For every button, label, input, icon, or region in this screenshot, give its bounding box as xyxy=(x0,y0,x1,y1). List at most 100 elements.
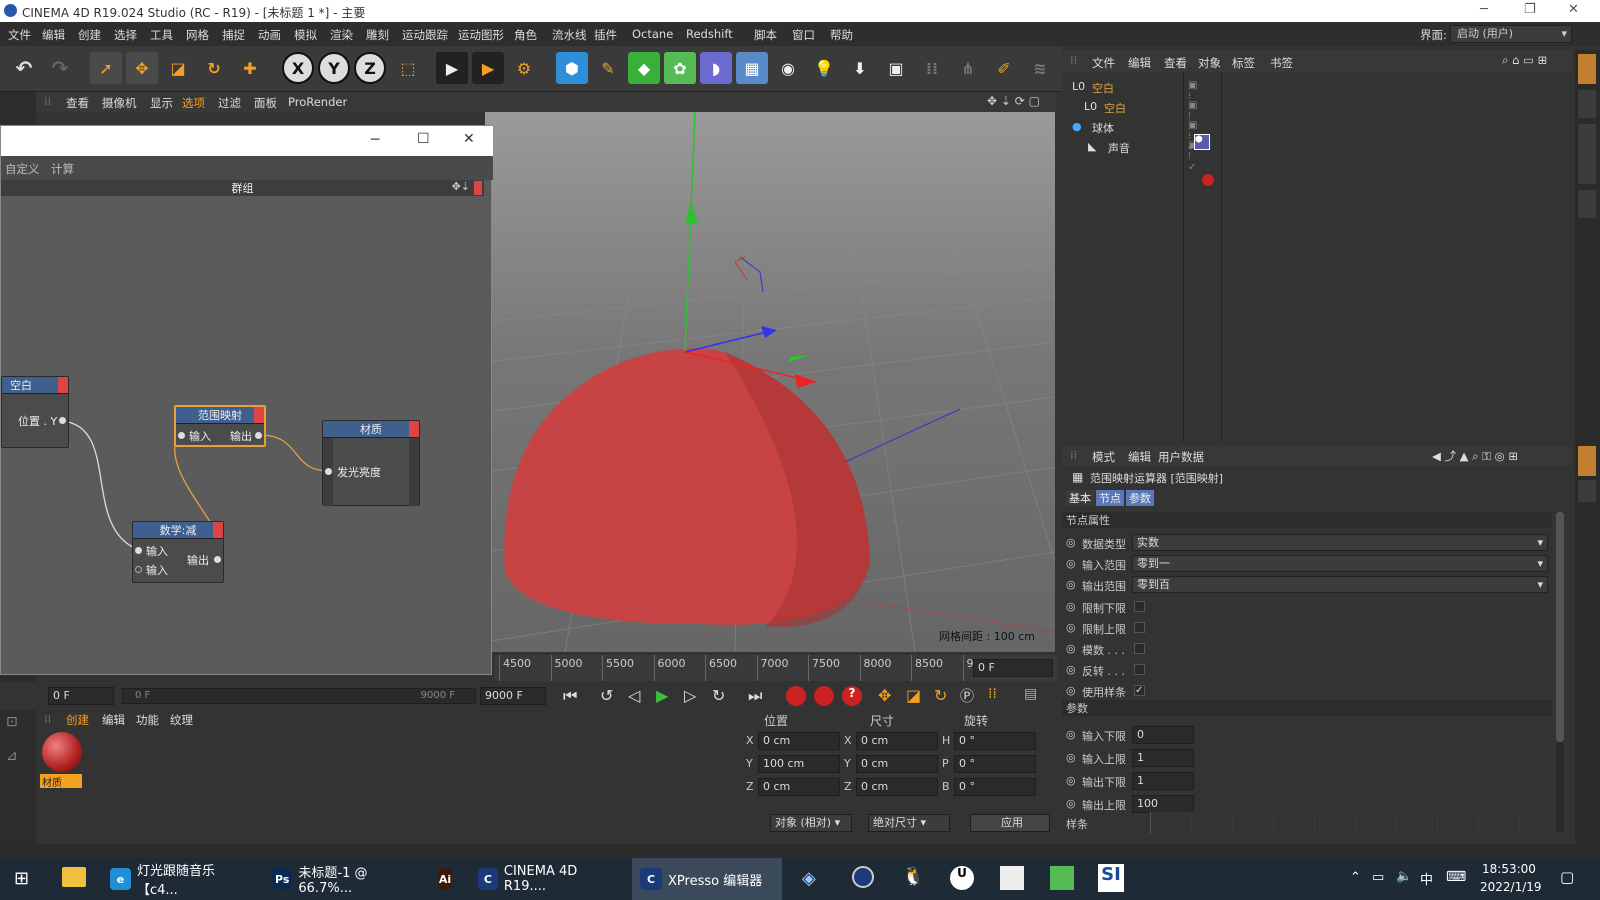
si-app-icon[interactable]: SI xyxy=(1098,864,1124,892)
attribute-tab[interactable]: 参数 xyxy=(1126,490,1154,506)
taskbar-item[interactable]: e 灯光跟随音乐【c4... xyxy=(102,858,258,900)
radio-icon[interactable]: ◎ xyxy=(1066,578,1076,591)
radio-icon[interactable]: ◎ xyxy=(1066,600,1076,613)
object-row[interactable]: L0 空白 xyxy=(1084,98,1184,116)
checkbox[interactable] xyxy=(1134,664,1145,675)
material-thumbnail[interactable] xyxy=(42,732,84,774)
key-pla-icon[interactable]: ⁞⁞ xyxy=(988,686,997,702)
symmetry-icon[interactable]: ⋔ xyxy=(952,52,984,84)
node-material[interactable]: 材质 发光亮度 xyxy=(322,420,420,506)
side-tab[interactable] xyxy=(1578,190,1596,218)
menu-item[interactable]: 流水线 xyxy=(552,27,587,43)
radio-icon[interactable]: ◎ xyxy=(1066,751,1076,764)
object-menu-item[interactable]: 书签 xyxy=(1270,55,1293,71)
go-to-start-icon[interactable]: ⏮ xyxy=(563,686,577,706)
timeline-icon[interactable]: ▤ xyxy=(1024,686,1037,702)
attribute-tab[interactable]: 节点 xyxy=(1096,490,1124,506)
menu-item[interactable]: 选择 xyxy=(114,27,137,43)
redo-icon[interactable]: ↷ xyxy=(44,52,76,84)
menu-item[interactable]: 渲染 xyxy=(330,27,353,43)
param-field[interactable]: 1 xyxy=(1132,772,1194,790)
menu-item[interactable]: 捕捉 xyxy=(222,27,245,43)
property-select[interactable]: 实数 ▾ xyxy=(1132,534,1548,551)
taskbar-item[interactable]: C XPresso 编辑器 xyxy=(632,858,782,900)
rotation-b-field[interactable]: 0 ° xyxy=(954,778,1036,796)
app-icon[interactable] xyxy=(1000,866,1024,890)
object-menu-item[interactable]: 对象 xyxy=(1198,55,1221,71)
menu-item[interactable]: Redshift xyxy=(686,27,733,41)
layout-select[interactable]: 启动 (用户) ▾ xyxy=(1450,25,1572,43)
clock-date[interactable]: 2022/1/19 xyxy=(1480,880,1542,894)
viewport-menu-item[interactable]: 查看 xyxy=(66,95,89,111)
property-select[interactable]: 零到百 ▾ xyxy=(1132,576,1548,593)
input-port[interactable] xyxy=(178,432,185,439)
object-menu-item[interactable]: 标签 xyxy=(1232,55,1255,71)
cinema4d-tray-icon[interactable] xyxy=(852,866,874,888)
taskbar-item[interactable]: C CINEMA 4D R19.... xyxy=(470,858,620,900)
windows-start-icon[interactable]: ⊞ xyxy=(14,868,29,889)
radio-icon[interactable]: ◎ xyxy=(1066,663,1076,676)
node-math-subtract[interactable]: 数学:减 输入 输入 输出 xyxy=(132,521,224,583)
menu-item[interactable]: 雕刻 xyxy=(366,27,389,43)
go-to-end-icon[interactable]: ⏭ xyxy=(748,686,762,706)
checkbox[interactable] xyxy=(1134,622,1145,633)
frame-range-slider[interactable]: 0 F 9000 F xyxy=(122,688,476,704)
input-port[interactable] xyxy=(325,468,332,475)
brush-icon[interactable]: ✐ xyxy=(988,52,1020,84)
attribute-tab[interactable]: 基本 xyxy=(1066,490,1094,506)
size-z-field[interactable]: 0 cm xyxy=(856,778,938,796)
size-y-field[interactable]: 0 cm xyxy=(856,755,938,773)
side-tab[interactable] xyxy=(1578,480,1596,502)
nav-icon[interactable]: ✥⇣ xyxy=(452,180,470,193)
tool-icon[interactable]: ⊿ xyxy=(6,748,30,770)
param-field[interactable]: 0 xyxy=(1132,726,1194,744)
y-axis-arrow[interactable] xyxy=(685,200,698,224)
network-icon[interactable]: ▭ xyxy=(1372,870,1384,885)
radio-icon[interactable]: ◎ xyxy=(1066,536,1076,549)
menu-item[interactable]: 帮助 xyxy=(830,27,853,43)
ime-indicator[interactable]: 中 xyxy=(1420,869,1433,888)
rotate-icon[interactable]: ↻ xyxy=(198,52,230,84)
input-port[interactable] xyxy=(135,547,142,554)
menu-item[interactable]: 文件 xyxy=(8,27,31,43)
param-field[interactable]: 1 xyxy=(1132,749,1194,767)
minimize-icon[interactable]: ─ xyxy=(371,132,379,148)
viewport-menu-item[interactable]: 过滤 xyxy=(218,95,241,111)
render-settings-icon[interactable]: ⚙ xyxy=(508,52,540,84)
menu-item[interactable]: 创建 xyxy=(78,27,101,43)
menu-item[interactable]: 角色 xyxy=(514,27,537,43)
floor-icon[interactable]: ▦ xyxy=(736,52,768,84)
side-tab[interactable] xyxy=(1578,124,1596,184)
viewport-nav-icon[interactable]: ✥ ⇣ ⟳ ▢ xyxy=(987,94,1040,108)
material-menu-item[interactable]: 纹理 xyxy=(170,712,193,728)
radio-icon[interactable]: ◎ xyxy=(1066,621,1076,634)
object-row[interactable]: ◣ 声音 xyxy=(1088,138,1188,156)
menu-item[interactable]: 脚本 xyxy=(754,27,777,43)
apply-button[interactable]: 应用 xyxy=(970,814,1050,832)
size-x-field[interactable]: 0 cm xyxy=(856,732,938,750)
xpresso-node-canvas[interactable]: 空白 位置 . Y 范围映射 输入 输出 材质 发光亮度 数学:减 输入 输入 … xyxy=(1,198,484,668)
y-axis-icon[interactable]: Y xyxy=(318,52,350,84)
material-name[interactable]: 材质 xyxy=(40,774,82,789)
scale-icon[interactable]: ◪ xyxy=(162,52,194,84)
light-icon[interactable]: 💡 xyxy=(808,52,840,84)
attribute-menu-item[interactable]: 用户数据 xyxy=(1158,449,1204,465)
menu-item[interactable]: 动画 xyxy=(258,27,281,43)
current-frame-field[interactable]: 0 F xyxy=(973,659,1053,677)
object-menu-item[interactable]: 查看 xyxy=(1164,55,1187,71)
play-icon[interactable]: ▶ xyxy=(656,686,668,705)
checkbox[interactable] xyxy=(1134,601,1145,612)
rotation-h-field[interactable]: 0 ° xyxy=(954,732,1036,750)
object-menu-item[interactable]: 文件 xyxy=(1092,55,1115,71)
maximize-icon[interactable]: ❐ xyxy=(1524,2,1536,17)
tool-icon[interactable]: ⊡ xyxy=(6,714,30,736)
move-icon[interactable]: ✥ xyxy=(126,52,158,84)
xpresso-tag-icon[interactable]: ⬢ xyxy=(1194,134,1210,150)
radio-icon[interactable]: ◎ xyxy=(1066,684,1076,697)
key-param-icon[interactable]: Ⓟ xyxy=(960,686,974,706)
rotation-p-field[interactable]: 0 ° xyxy=(954,755,1036,773)
key-rotate-icon[interactable]: ↻ xyxy=(934,686,947,705)
auto-key-icon[interactable] xyxy=(814,686,834,706)
object-search-icon[interactable]: ⌕ ⌂ ▭ ⊞ xyxy=(1502,53,1547,68)
add-icon[interactable]: ✚ xyxy=(234,52,266,84)
